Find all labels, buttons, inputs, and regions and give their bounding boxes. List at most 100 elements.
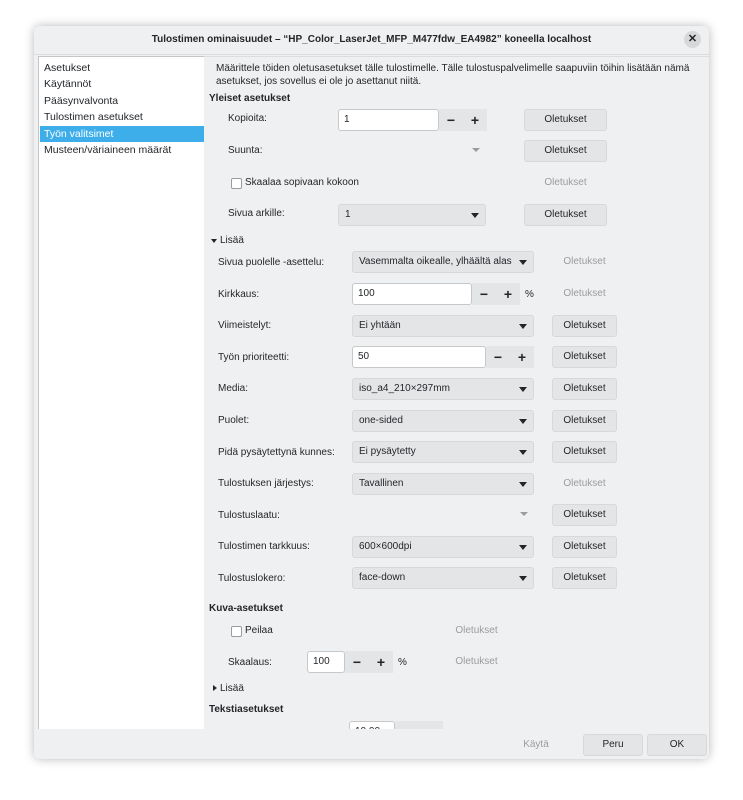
priority-label: Työn prioriteetti: xyxy=(218,352,290,363)
scaling-label: Skaalaus: xyxy=(228,657,272,668)
resolution-label: Tulostimen tarkkuus: xyxy=(218,541,310,552)
general-heading: Yleiset asetukset xyxy=(209,93,291,104)
sides-select[interactable]: one-sided xyxy=(352,410,534,432)
intro-text: Määrittele töiden oletusasetukset tälle … xyxy=(216,63,690,87)
expand-icon[interactable] xyxy=(213,685,217,691)
image-heading: Kuva-asetukset xyxy=(209,603,283,614)
priority-increment-button[interactable]: + xyxy=(510,346,534,368)
mirror-defaults-button: Oletukset xyxy=(455,625,498,636)
sidebar: Asetukset Käytännöt Pääsynvalvonta Tulos… xyxy=(38,56,206,731)
chevron-down-icon xyxy=(520,512,528,516)
resolution-value: 600×600dpi xyxy=(359,541,412,552)
sidebar-item-policies[interactable]: Käytännöt xyxy=(40,76,204,92)
tray-select[interactable]: face-down xyxy=(352,567,534,589)
finishings-defaults-button[interactable]: Oletukset xyxy=(552,315,617,337)
chevron-down-icon xyxy=(519,450,527,455)
sidebar-item-printer-options[interactable]: Tulostimen asetukset xyxy=(40,109,204,125)
order-value: Tavallinen xyxy=(359,478,404,489)
brightness-defaults-button: Oletukset xyxy=(563,288,606,299)
scaling-input[interactable]: 100 xyxy=(307,651,345,673)
copies-decrement-button[interactable]: − xyxy=(439,109,463,131)
quality-defaults-button[interactable]: Oletukset xyxy=(552,504,617,526)
pages-per-sheet-label: Sivua arkille: xyxy=(228,208,285,219)
tray-label: Tulostuslokero: xyxy=(218,573,286,584)
chevron-down-icon xyxy=(519,482,527,487)
finishings-select[interactable]: Ei yhtään xyxy=(352,315,534,337)
hold-label: Pidä pysäytettynä kunnes: xyxy=(218,447,335,458)
layout-label: Sivua puolelle -asettelu: xyxy=(218,257,325,268)
media-value: iso_a4_210×297mm xyxy=(359,383,450,394)
pages-per-sheet-defaults-button[interactable]: Oletukset xyxy=(524,204,607,226)
layout-select[interactable]: Vasemmalta oikealle, ylhäältä alas xyxy=(352,251,534,273)
order-label: Tulostuksen järjestys: xyxy=(218,478,314,489)
chevron-down-icon xyxy=(519,419,527,424)
scale-fit-label: Skaalaa sopivaan kokoon xyxy=(245,177,359,188)
image-more-toggle[interactable]: Lisää xyxy=(220,683,244,694)
chevron-down-icon xyxy=(472,148,480,152)
media-defaults-button[interactable]: Oletukset xyxy=(552,378,617,400)
sidebar-item-ink-levels[interactable]: Musteen/väriaineen määrät xyxy=(40,142,204,158)
media-label: Media: xyxy=(218,383,249,394)
sidebar-item-settings[interactable]: Asetukset xyxy=(40,60,204,76)
scaling-decrement-button[interactable]: − xyxy=(345,651,369,673)
priority-decrement-button[interactable]: − xyxy=(486,346,510,368)
dialog-footer: Käytä Peru OK xyxy=(34,729,709,759)
tray-value: face-down xyxy=(359,572,406,583)
copies-input[interactable]: 1 xyxy=(338,109,439,131)
hold-defaults-button[interactable]: Oletukset xyxy=(552,441,617,463)
scaling-unit: % xyxy=(398,657,407,668)
finishings-value: Ei yhtään xyxy=(359,320,401,331)
brightness-unit: % xyxy=(525,289,534,300)
general-more-toggle[interactable]: Lisää xyxy=(220,235,244,246)
cancel-button[interactable]: Peru xyxy=(583,734,643,756)
copies-defaults-button[interactable]: Oletukset xyxy=(524,109,607,131)
scaling-defaults-button: Oletukset xyxy=(455,656,498,667)
chevron-down-icon xyxy=(519,387,527,392)
pages-per-sheet-select[interactable]: 1 xyxy=(338,204,486,226)
copies-label: Kopioita: xyxy=(228,113,267,124)
orientation-defaults-button[interactable]: Oletukset xyxy=(524,140,607,162)
chevron-down-icon xyxy=(519,545,527,550)
brightness-decrement-button[interactable]: − xyxy=(472,283,496,305)
priority-defaults-button[interactable]: Oletukset xyxy=(552,346,617,368)
pages-per-sheet-value: 1 xyxy=(345,209,351,220)
order-defaults-button: Oletukset xyxy=(563,478,606,489)
sides-defaults-button[interactable]: Oletukset xyxy=(552,410,617,432)
job-options-panel: Määrittele töiden oletusasetukset tälle … xyxy=(204,56,709,730)
copies-increment-button[interactable]: + xyxy=(463,109,487,131)
chevron-down-icon xyxy=(519,576,527,581)
media-select[interactable]: iso_a4_210×297mm xyxy=(352,378,534,400)
expand-icon[interactable] xyxy=(211,239,217,243)
resolution-defaults-button[interactable]: Oletukset xyxy=(552,536,617,558)
scale-fit-checkbox[interactable] xyxy=(231,178,242,189)
printer-properties-dialog: Tulostimen ominaisuudet – “HP_Color_Lase… xyxy=(34,26,709,759)
scale-fit-defaults-button: Oletukset xyxy=(544,177,587,188)
close-icon[interactable]: ✕ xyxy=(684,31,701,48)
sidebar-item-job-options[interactable]: Työn valitsimet xyxy=(40,126,204,142)
ok-button[interactable]: OK xyxy=(647,734,707,756)
resolution-select[interactable]: 600×600dpi xyxy=(352,536,534,558)
sides-label: Puolet: xyxy=(218,415,250,426)
hold-select[interactable]: Ei pysäytetty xyxy=(352,441,534,463)
hold-value: Ei pysäytetty xyxy=(359,446,416,457)
window-title: Tulostimen ominaisuudet – “HP_Color_Lase… xyxy=(151,34,592,45)
quality-select[interactable] xyxy=(352,504,534,526)
order-select[interactable]: Tavallinen xyxy=(352,473,534,495)
layout-value: Vasemmalta oikealle, ylhäältä alas xyxy=(359,256,512,267)
chevron-down-icon xyxy=(519,324,527,329)
orientation-select[interactable] xyxy=(338,140,486,162)
mirror-checkbox[interactable] xyxy=(231,626,242,637)
quality-label: Tulostuslaatu: xyxy=(218,510,280,521)
priority-input[interactable]: 50 xyxy=(352,346,486,368)
title-bar: Tulostimen ominaisuudet – “HP_Color_Lase… xyxy=(34,26,709,55)
tray-defaults-button[interactable]: Oletukset xyxy=(552,567,617,589)
brightness-increment-button[interactable]: + xyxy=(496,283,520,305)
sides-value: one-sided xyxy=(359,415,403,426)
sidebar-item-access-control[interactable]: Pääsynvalvonta xyxy=(40,93,204,109)
apply-button: Käytä xyxy=(523,739,549,750)
chevron-down-icon xyxy=(471,213,479,218)
layout-defaults-button: Oletukset xyxy=(563,256,606,267)
brightness-input[interactable]: 100 xyxy=(352,283,472,305)
scaling-increment-button[interactable]: + xyxy=(369,651,393,673)
brightness-label: Kirkkaus: xyxy=(218,289,260,300)
